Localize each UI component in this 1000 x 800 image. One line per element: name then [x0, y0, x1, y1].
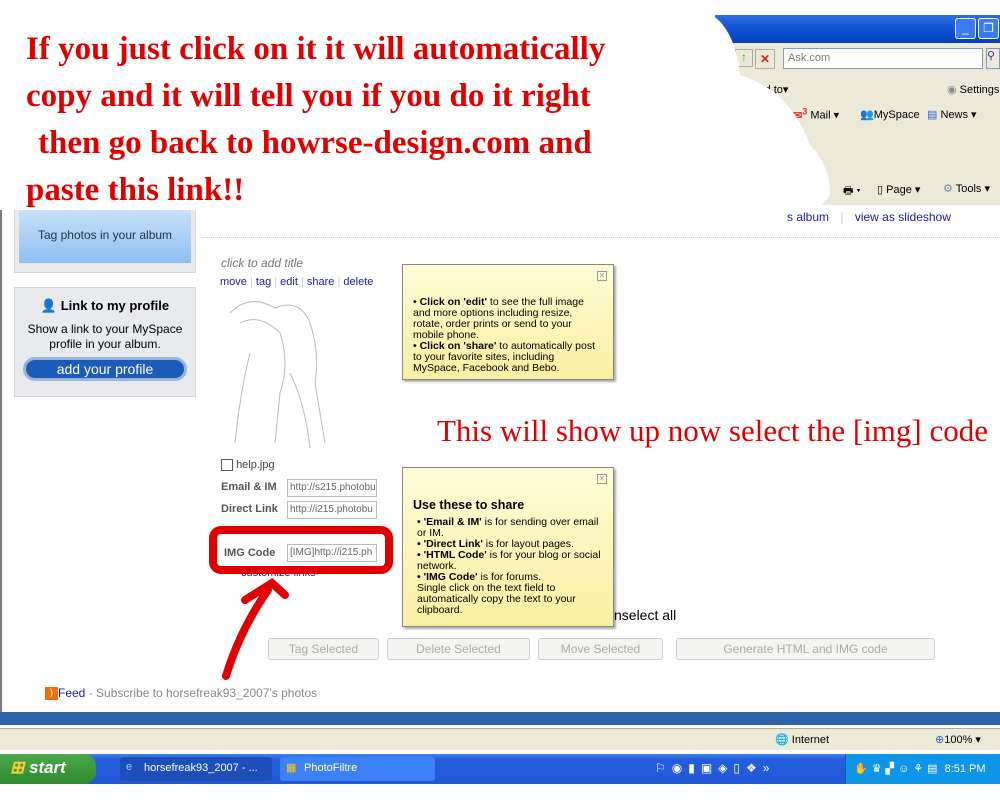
photo-filename: help.jpg — [236, 459, 275, 471]
rss-icon: ) — [45, 687, 58, 701]
edit-link[interactable]: edit — [280, 276, 298, 288]
taskbar-photofiltre[interactable]: ▦ PhotoFiltre — [280, 757, 435, 781]
photo-actions: move | tag | edit | share | delete — [220, 276, 374, 288]
page-content: s album | view as slideshow Tag photos i… — [0, 205, 1000, 712]
taskbar: ⊞ start e horsefreak93_2007 - ... ▦ PhotoF… — [0, 754, 1000, 784]
tag-link[interactable]: tag — [256, 276, 271, 288]
direct-link-field[interactable]: http://i215.photobu — [287, 501, 377, 519]
task-label: horsefreak93_2007 - ... — [144, 762, 258, 774]
status-bar: 🌐 Internet ⊕100% ▾ — [0, 728, 1000, 750]
quicklaunch-icons[interactable]: ⚐◉▮▣◈▯❖» — [655, 761, 775, 775]
zoom-icon: ⊕ — [935, 734, 945, 746]
ie-icon: e — [126, 761, 133, 773]
customize-links[interactable]: customize links — [241, 567, 316, 579]
zoom-control[interactable]: ⊕100% ▾ — [935, 733, 981, 746]
start-label: start — [28, 758, 66, 777]
direct-link-label: Direct Link — [221, 503, 278, 515]
share-codes-tooltip: ✕ Use these to share • 'Email & IM' is f… — [402, 467, 614, 627]
annotation-line: then go back to howrse-design.com and — [38, 125, 592, 161]
annotation-line: If you just click on it it will automati… — [26, 31, 606, 67]
divider — [202, 237, 1000, 238]
move-selected-button[interactable]: Move Selected — [538, 638, 663, 660]
security-zone: Internet — [791, 734, 830, 746]
windows-logo-icon: ⊞ — [10, 758, 25, 777]
photo-thumbnail[interactable] — [220, 293, 345, 453]
tag-selected-button[interactable]: Tag Selected — [268, 638, 379, 660]
tip2-note: Single click on the text field to automa… — [417, 582, 576, 616]
feed-text: - Subscribe to horsefreak93_2007's photo… — [85, 686, 318, 700]
move-link[interactable]: move — [220, 276, 247, 288]
share-link[interactable]: share — [307, 276, 335, 288]
taskbar-ie[interactable]: e horsefreak93_2007 - ... — [120, 757, 272, 781]
clock: 8:51 PM — [944, 763, 986, 775]
generate-code-button[interactable]: Generate HTML and IMG code — [676, 638, 935, 660]
photofiltre-icon: ▦ — [286, 762, 297, 774]
system-tray: ✋♛▞☺⚘▤ 8:51 PM — [845, 754, 1000, 784]
task-label: PhotoFiltre — [304, 762, 358, 774]
start-button[interactable]: ⊞ start — [0, 754, 96, 784]
close-icon[interactable]: ✕ — [597, 271, 607, 281]
delete-link[interactable]: delete — [343, 276, 373, 288]
profile-box-title: Link to my profile — [60, 298, 170, 313]
close-icon[interactable]: ✕ — [597, 474, 607, 484]
annotation-middle: This will show up now select the [img] c… — [437, 413, 989, 448]
tag-photos-box: Tag photos in your album — [14, 205, 196, 273]
annotation-line: copy and it will tell you if you do it r… — [26, 78, 591, 114]
delete-selected-button[interactable]: Delete Selected — [387, 638, 530, 660]
profile-icon: 👤 — [40, 298, 58, 313]
annotation-line: paste this link!! — [26, 172, 245, 208]
add-profile-button[interactable]: add your profile — [23, 357, 187, 381]
profile-box-text: Show a link to your MySpace profile in y… — [27, 322, 183, 351]
zoom-level: 100% — [944, 734, 973, 746]
photo-checkbox[interactable] — [221, 459, 233, 472]
title-placeholder[interactable]: click to add title — [221, 256, 303, 270]
feed-link[interactable]: Feed — [58, 686, 85, 700]
img-code-label: IMG Code — [224, 547, 276, 559]
tag-photos-banner[interactable]: Tag photos in your album — [19, 210, 191, 263]
unselect-all-link[interactable]: nselect all — [614, 607, 676, 623]
page-footer-bar — [0, 712, 1000, 725]
profile-box: 👤 Link to my profile Show a link to your… — [14, 287, 196, 397]
img-code-field[interactable]: [IMG]http://i215.ph — [287, 544, 377, 562]
annotation-top: If you just click on it it will automati… — [26, 26, 605, 214]
tip2-title: Use these to share — [413, 498, 525, 512]
email-im-field[interactable]: http://s215.photobu — [287, 479, 377, 497]
email-im-label: Email & IM — [221, 481, 277, 493]
edit-share-tooltip: ✕ • Click on 'edit' to see the full imag… — [402, 264, 614, 380]
globe-icon: 🌐 — [775, 734, 789, 746]
tray-icons[interactable]: ✋♛▞☺⚘▤ — [854, 763, 942, 775]
